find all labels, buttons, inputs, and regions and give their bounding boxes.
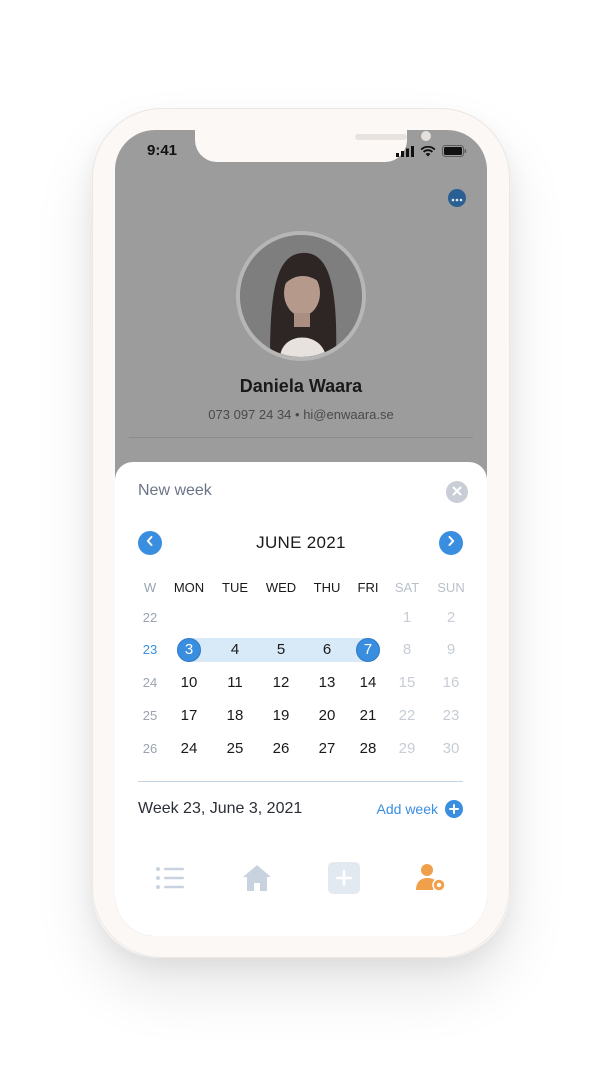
list-icon xyxy=(155,866,185,895)
weekday-header-wed: WED xyxy=(265,580,297,595)
sheet-title: New week xyxy=(138,482,212,499)
phone-screen: 9:41 Daniela Waara 073 097 24 34 • hi@en… xyxy=(115,130,487,936)
calendar-day-selected[interactable]: 3 xyxy=(167,639,211,661)
calendar-day[interactable]: 5 xyxy=(259,639,303,661)
user-settings-icon xyxy=(415,863,447,898)
calendar-day[interactable]: 4 xyxy=(213,639,257,661)
calendar-day[interactable]: 16 xyxy=(429,672,473,694)
chevron-right-icon xyxy=(446,534,456,552)
speaker xyxy=(355,134,407,140)
week-number[interactable]: 26 xyxy=(128,738,172,760)
new-week-sheet: New week JUNE 2021 W MON TUE WED THU FRI… xyxy=(115,462,487,936)
calendar-day[interactable]: 6 xyxy=(305,639,349,661)
tab-home[interactable] xyxy=(239,862,275,898)
avatar xyxy=(236,231,366,361)
phone-side-button xyxy=(89,230,92,262)
tab-bar xyxy=(115,861,487,922)
close-icon xyxy=(452,483,462,501)
plus-circle-icon xyxy=(445,800,463,818)
notch xyxy=(195,130,431,162)
weekday-header-sat: SAT xyxy=(394,580,420,595)
calendar-day[interactable]: 21 xyxy=(346,705,390,727)
weekday-header-fri: FRI xyxy=(357,580,379,595)
close-button[interactable] xyxy=(446,481,468,503)
calendar-day[interactable]: 29 xyxy=(385,738,429,760)
tab-list[interactable] xyxy=(152,862,188,898)
calendar-day[interactable]: 11 xyxy=(213,672,257,694)
camera xyxy=(421,131,431,141)
weekday-header-thu: THU xyxy=(313,580,341,595)
weekday-header-tue: TUE xyxy=(222,580,248,595)
calendar-day[interactable]: 1 xyxy=(385,607,429,629)
profile-contact: 073 097 24 34 • hi@enwaara.se xyxy=(208,407,394,422)
tab-add[interactable] xyxy=(326,861,362,899)
more-options-button[interactable] xyxy=(448,189,466,207)
calendar-day[interactable]: 17 xyxy=(167,705,211,727)
divider xyxy=(129,437,473,438)
calendar-day[interactable]: 20 xyxy=(305,705,349,727)
add-week-label: Add week xyxy=(376,801,438,817)
calendar-day[interactable]: 19 xyxy=(259,705,303,727)
more-icon xyxy=(451,189,463,207)
weekday-header-sun: SUN xyxy=(437,580,465,595)
calendar-day[interactable]: 28 xyxy=(346,738,390,760)
calendar-day[interactable]: 25 xyxy=(213,738,257,760)
battery-icon xyxy=(442,144,467,162)
calendar-day[interactable]: 23 xyxy=(429,705,473,727)
month-title: JUNE 2021 xyxy=(256,533,346,552)
calendar-day[interactable]: 18 xyxy=(213,705,257,727)
week-number[interactable]: 25 xyxy=(128,705,172,727)
add-week-button[interactable]: Add week xyxy=(377,800,463,818)
status-icons xyxy=(396,144,467,162)
week-number[interactable]: 23 xyxy=(128,639,172,661)
calendar-day[interactable]: 22 xyxy=(385,705,429,727)
calendar-day[interactable]: 30 xyxy=(429,738,473,760)
calendar-day[interactable]: 10 xyxy=(167,672,211,694)
calendar-day-selected[interactable]: 7 xyxy=(346,639,390,661)
profile-name: Daniela Waara xyxy=(239,376,363,396)
phone-side-button xyxy=(510,260,513,340)
phone-side-button xyxy=(89,280,92,336)
selected-week-summary: Week 23, June 3, 2021 xyxy=(138,800,303,817)
divider xyxy=(138,781,463,782)
week-number[interactable]: 22 xyxy=(128,607,172,629)
weekday-header-week: W xyxy=(143,580,157,595)
wifi-icon xyxy=(420,144,436,162)
tab-profile-settings[interactable] xyxy=(413,862,449,898)
weekday-header-mon: MON xyxy=(173,580,205,595)
week-number[interactable]: 24 xyxy=(128,672,172,694)
calendar-day[interactable]: 13 xyxy=(305,672,349,694)
calendar-day[interactable]: 14 xyxy=(346,672,390,694)
calendar-day[interactable]: 8 xyxy=(385,639,429,661)
calendar-day[interactable]: 2 xyxy=(429,607,473,629)
calendar-day[interactable]: 9 xyxy=(429,639,473,661)
calendar-day[interactable]: 24 xyxy=(167,738,211,760)
next-month-button[interactable] xyxy=(439,531,463,555)
plus-square-icon xyxy=(328,861,360,899)
status-time: 9:41 xyxy=(147,142,178,159)
calendar-day[interactable]: 27 xyxy=(305,738,349,760)
calendar-day[interactable]: 12 xyxy=(259,672,303,694)
calendar-day[interactable]: 26 xyxy=(259,738,303,760)
calendar-day[interactable]: 15 xyxy=(385,672,429,694)
home-icon xyxy=(242,864,272,897)
signal-icon xyxy=(396,144,414,162)
